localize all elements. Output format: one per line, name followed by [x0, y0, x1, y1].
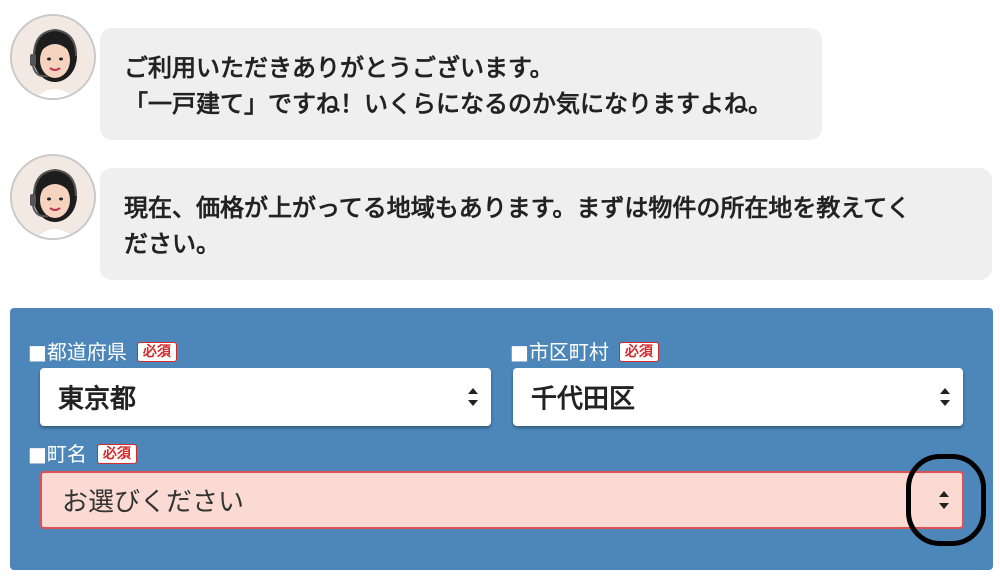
select-updown-icon — [467, 386, 479, 408]
prefecture-select-value: 東京都 — [58, 384, 137, 415]
chat-bubble: ご利用いただきありがとうございます。 「一戸建て」ですね！いくらになるのか気にな… — [100, 28, 822, 140]
chat-line: 現在、価格が上がってる地域もあります。まずは物件の所在地を教えてく — [124, 194, 911, 222]
operator-avatar — [10, 14, 96, 100]
town-select-placeholder: お選びください — [62, 487, 245, 518]
city-label-text: ■市区町村 — [510, 340, 609, 364]
prefecture-select[interactable]: 東京都 — [40, 368, 491, 426]
city-select-value: 千代田区 — [531, 384, 636, 415]
chat-message-1: ご利用いただきありがとうございます。 「一戸建て」ですね！いくらになるのか気にな… — [0, 14, 1000, 144]
town-select[interactable]: お選びください — [40, 471, 964, 529]
chat-line: ださい。 — [124, 230, 220, 258]
required-badge: 必須 — [96, 444, 137, 464]
chat-line: 「一戸建て」ですね！いくらになるのか気になりますよね。 — [124, 90, 772, 118]
prefecture-label-text: ■都道府県 — [28, 340, 127, 364]
required-badge: 必須 — [136, 342, 177, 362]
required-badge: 必須 — [618, 342, 659, 362]
city-label: ■市区町村 必須 — [510, 340, 659, 364]
operator-avatar — [10, 154, 96, 240]
city-select[interactable]: 千代田区 — [513, 368, 963, 426]
chat-bubble: 現在、価格が上がってる地域もあります。まずは物件の所在地を教えてく ださい。 — [100, 168, 992, 280]
select-updown-icon — [939, 386, 951, 408]
prefecture-label: ■都道府県 必須 — [28, 340, 177, 364]
chat-line: ご利用いただきありがとうございます。 — [124, 54, 554, 82]
town-label-text: ■町名 — [28, 442, 87, 466]
chat-message-2: 現在、価格が上がってる地域もあります。まずは物件の所在地を教えてく ださい。 — [0, 154, 1000, 284]
town-label: ■町名 必須 — [28, 442, 137, 466]
highlight-circle-annotation — [906, 454, 986, 546]
